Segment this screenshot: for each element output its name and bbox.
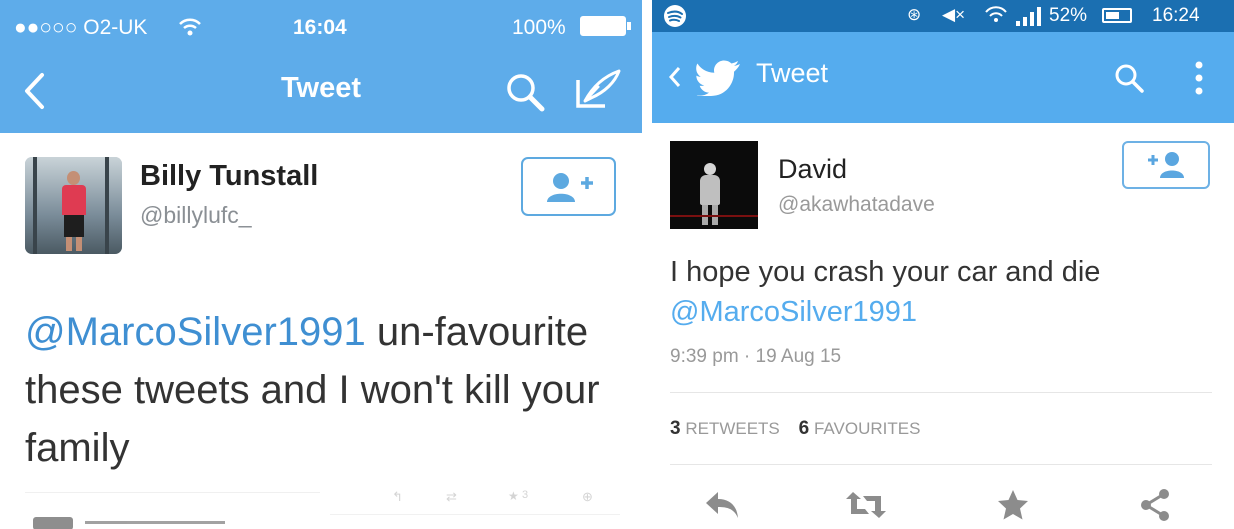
follow-button[interactable] xyxy=(1122,141,1210,189)
embedded-tweet-preview xyxy=(25,492,320,529)
reply-icon: ↰ xyxy=(392,489,403,504)
left-screen: ●●○○○ O2-UK 16:04 100% Tweet Billy Tunst… xyxy=(0,0,645,529)
search-icon[interactable] xyxy=(503,70,547,114)
add-user-icon xyxy=(1148,152,1184,178)
follow-button[interactable] xyxy=(521,157,616,216)
tweet-mention[interactable]: @MarcoSilver1991 xyxy=(670,292,1220,332)
add-user-icon: ⊕ xyxy=(582,489,593,504)
wifi-icon xyxy=(985,6,1007,22)
favourite-icon[interactable] xyxy=(997,489,1029,521)
embedded-actions-row: ↰ ⇄ ★ 3 ⊕ xyxy=(330,489,620,515)
back-chevron-icon[interactable] xyxy=(668,66,682,88)
overflow-menu-icon[interactable] xyxy=(1194,60,1204,96)
header-title: Tweet xyxy=(756,58,829,88)
retweet-label[interactable]: RETWEETS xyxy=(685,419,779,438)
status-time: 16:04 xyxy=(293,16,347,39)
divider xyxy=(645,0,652,529)
share-icon[interactable] xyxy=(1139,488,1171,522)
tweet-text: I hope you crash your car and die @Marco… xyxy=(670,252,1220,332)
retweet-count[interactable]: 3 xyxy=(670,418,681,439)
tweet-body: I hope you crash your car and die xyxy=(670,256,1101,288)
favourite-count[interactable]: 6 xyxy=(799,418,810,439)
wifi-icon xyxy=(179,18,201,36)
twitter-bird-icon xyxy=(696,60,740,96)
tweet-mention[interactable]: @MarcoSilver1991 xyxy=(25,310,366,354)
reply-icon[interactable] xyxy=(704,490,742,520)
favourite-icon: ★ xyxy=(508,489,519,503)
divider xyxy=(670,392,1212,393)
avatar[interactable] xyxy=(25,157,122,254)
tweet-text: @MarcoSilver1991 un-favourite these twee… xyxy=(25,303,625,477)
battery-tip xyxy=(627,22,631,30)
compose-quill-icon[interactable] xyxy=(575,68,623,110)
author-handle[interactable]: @akawhatadave xyxy=(778,193,935,217)
retweet-icon: ⇄ xyxy=(446,489,457,504)
retweet-icon[interactable] xyxy=(845,490,887,520)
avatar[interactable] xyxy=(670,141,758,229)
spotify-icon xyxy=(664,5,686,27)
battery-percent: 52% xyxy=(1049,5,1088,26)
author-name[interactable]: David xyxy=(778,154,847,185)
right-screen: ⊛ ◀× 52% 16:24 Tweet David @akawhatadave… xyxy=(652,0,1234,529)
add-user-icon xyxy=(547,173,593,202)
battery-percent: 100% xyxy=(512,16,566,39)
android-status-bar: ⊛ ◀× 52% 16:24 xyxy=(652,0,1234,32)
favourite-count: 3 xyxy=(522,489,529,501)
carrier-label: ●●○○○ O2-UK xyxy=(14,16,148,39)
author-name[interactable]: Billy Tunstall xyxy=(140,160,318,193)
alarm-icon: ⊛ xyxy=(907,5,922,24)
tweet-timestamp: 9:39 pm · 19 Aug 15 xyxy=(670,346,842,367)
favourite-label[interactable]: FAVOURITES xyxy=(814,419,920,438)
battery-icon xyxy=(580,16,626,36)
divider xyxy=(670,464,1212,465)
tweet-stats: 3 RETWEETS 6 FAVOURITES xyxy=(670,418,920,440)
mute-icon: ◀× xyxy=(942,5,966,24)
status-time: 16:24 xyxy=(1152,5,1200,26)
signal-icon xyxy=(1016,7,1041,26)
battery-icon xyxy=(1102,8,1132,23)
search-icon[interactable] xyxy=(1113,62,1145,94)
author-handle[interactable]: @billylufc_ xyxy=(140,202,252,229)
